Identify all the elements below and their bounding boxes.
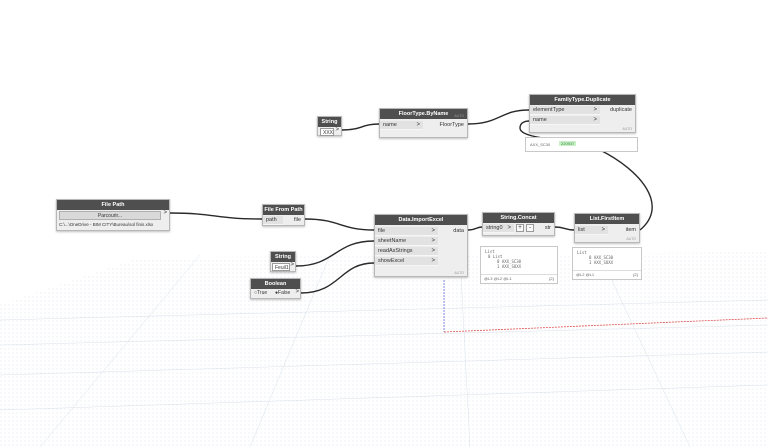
list-firstitem-preview: List 0 AXX_SC30 1 AXX_SOXX @L2 @L1 {2}	[572, 247, 642, 280]
output-arrow-icon[interactable]: >	[290, 262, 294, 268]
string-node-xxx[interactable]: String XXX >	[317, 116, 342, 136]
lacing-label: AUTO	[622, 127, 632, 131]
port-arrow-icon: >	[593, 117, 597, 123]
string-concat-node[interactable]: String.Concat string0 > + - str	[482, 212, 555, 236]
node-title: String	[271, 252, 295, 262]
port-label: item	[625, 227, 636, 233]
list-count: {2}	[633, 272, 638, 277]
input-port-showexcel[interactable]: showExcel >	[375, 257, 438, 266]
output-port-floortype[interactable]: FloorType	[427, 121, 467, 130]
port-label: data	[453, 228, 464, 234]
port-label: file	[293, 217, 301, 223]
preview-element-id[interactable]: 220937	[559, 141, 577, 146]
input-port-name[interactable]: name >	[530, 116, 600, 125]
input-port-list[interactable]: list >	[575, 226, 608, 235]
output-port-file[interactable]: file	[284, 216, 304, 225]
input-port-string0[interactable]: string0 >	[483, 224, 514, 233]
radio-label: True	[257, 290, 268, 296]
port-label: file	[378, 228, 386, 234]
port-arrow-icon: >	[507, 225, 511, 231]
string-value-input[interactable]: XXX	[320, 128, 334, 136]
familytype-duplicate-node[interactable]: FamilyType.Duplicate elementType > name > …	[529, 94, 636, 133]
port-label: duplicate	[609, 107, 632, 113]
node-title: Data.ImportExcel	[375, 215, 467, 225]
output-port-str[interactable]: str	[538, 224, 554, 233]
input-port-path[interactable]: path	[263, 216, 283, 225]
output-arrow-icon[interactable]: >	[335, 127, 339, 133]
output-port-duplicate[interactable]: duplicate	[601, 106, 635, 115]
boolean-node[interactable]: Boolean ○True ●False >	[250, 278, 301, 299]
radio-true[interactable]: ○True	[254, 290, 267, 296]
lacing-label: AUTO	[454, 114, 464, 118]
radio-false[interactable]: ●False	[275, 290, 290, 296]
preview-line: 1 AXX_SOXX	[589, 260, 614, 265]
add-input-button[interactable]: +	[516, 224, 524, 232]
input-port-sheetname[interactable]: sheetName >	[375, 237, 438, 246]
node-title: FamilyType.Duplicate	[530, 95, 635, 105]
file-path-node[interactable]: File Path Parcourir... > C:\...\OneDrive…	[56, 199, 170, 231]
node-title: List.FirstItem	[575, 214, 639, 224]
list-firstitem-node[interactable]: List.FirstItem list > item AUTO	[574, 213, 640, 243]
input-port-name[interactable]: name >	[380, 121, 423, 130]
input-port-readasstrings[interactable]: readAsStrings >	[375, 247, 438, 256]
port-arrow-icon: >	[431, 238, 435, 244]
remove-input-button[interactable]: -	[526, 224, 534, 232]
string-value-input[interactable]: Feuil1	[272, 263, 290, 271]
port-label: showExcel	[378, 258, 405, 264]
data-importexcel-node[interactable]: Data.ImportExcel file > sheetName > readAs…	[374, 214, 468, 277]
input-port-elementtype[interactable]: elementType >	[530, 106, 600, 115]
list-levels: @L2 @L1	[576, 272, 595, 277]
port-arrow-icon: >	[431, 248, 435, 254]
port-arrow-icon: >	[593, 107, 597, 113]
output-port-data[interactable]: data	[445, 227, 467, 236]
input-port-file[interactable]: file >	[375, 227, 438, 236]
output-arrow-icon[interactable]: >	[163, 210, 167, 216]
port-label: name	[383, 122, 397, 128]
port-arrow-icon: >	[431, 228, 435, 234]
port-label: readAsStrings	[378, 248, 413, 254]
port-arrow-icon: >	[416, 122, 420, 128]
node-title: File Path	[57, 200, 169, 210]
port-label: path	[266, 217, 277, 223]
file-path-value: C:\...\OneDrive - BIM CITY\Bureau\sol fi…	[59, 222, 154, 227]
node-title: String.Concat	[483, 213, 554, 223]
string-node-feuil1[interactable]: String Feuil1 >	[270, 251, 296, 272]
port-label: FloorType	[439, 122, 464, 128]
port-arrow-icon: >	[601, 227, 605, 233]
port-arrow-icon: >	[431, 258, 435, 264]
lacing-label: AUTO	[626, 237, 636, 241]
browse-button[interactable]: Parcourir...	[59, 211, 161, 220]
port-label: string0	[486, 225, 503, 231]
list-levels: @L3 @L2 @L1	[484, 276, 512, 281]
port-label: sheetName	[378, 238, 407, 244]
familytype-duplicate-preview: AXX_SC30 220937	[525, 137, 638, 152]
file-from-path-node[interactable]: File From Path path file	[262, 204, 305, 226]
node-title: File From Path	[263, 205, 304, 215]
node-title: Boolean	[251, 279, 300, 289]
list-count: {2}	[549, 276, 554, 281]
port-label: str	[544, 225, 551, 231]
lacing-label: AUTO	[454, 271, 464, 275]
floortype-byname-node[interactable]: FloorType.ByName name > FloorType AUTO	[379, 108, 468, 138]
preview-line: 1 AXX_SOXX	[497, 264, 522, 269]
radio-label: False	[278, 290, 291, 296]
output-port-item[interactable]: item	[619, 226, 639, 235]
port-label: elementType	[533, 107, 565, 113]
preview-label: AXX_SC30	[530, 142, 551, 147]
output-arrow-icon[interactable]: >	[295, 289, 299, 295]
port-label: name	[533, 117, 547, 123]
node-title: String	[318, 117, 341, 127]
string-concat-preview: List 0 List 0 AXX_SC30 1 AXX_SOXX @L3 @L…	[480, 246, 558, 284]
port-label: list	[578, 227, 585, 233]
